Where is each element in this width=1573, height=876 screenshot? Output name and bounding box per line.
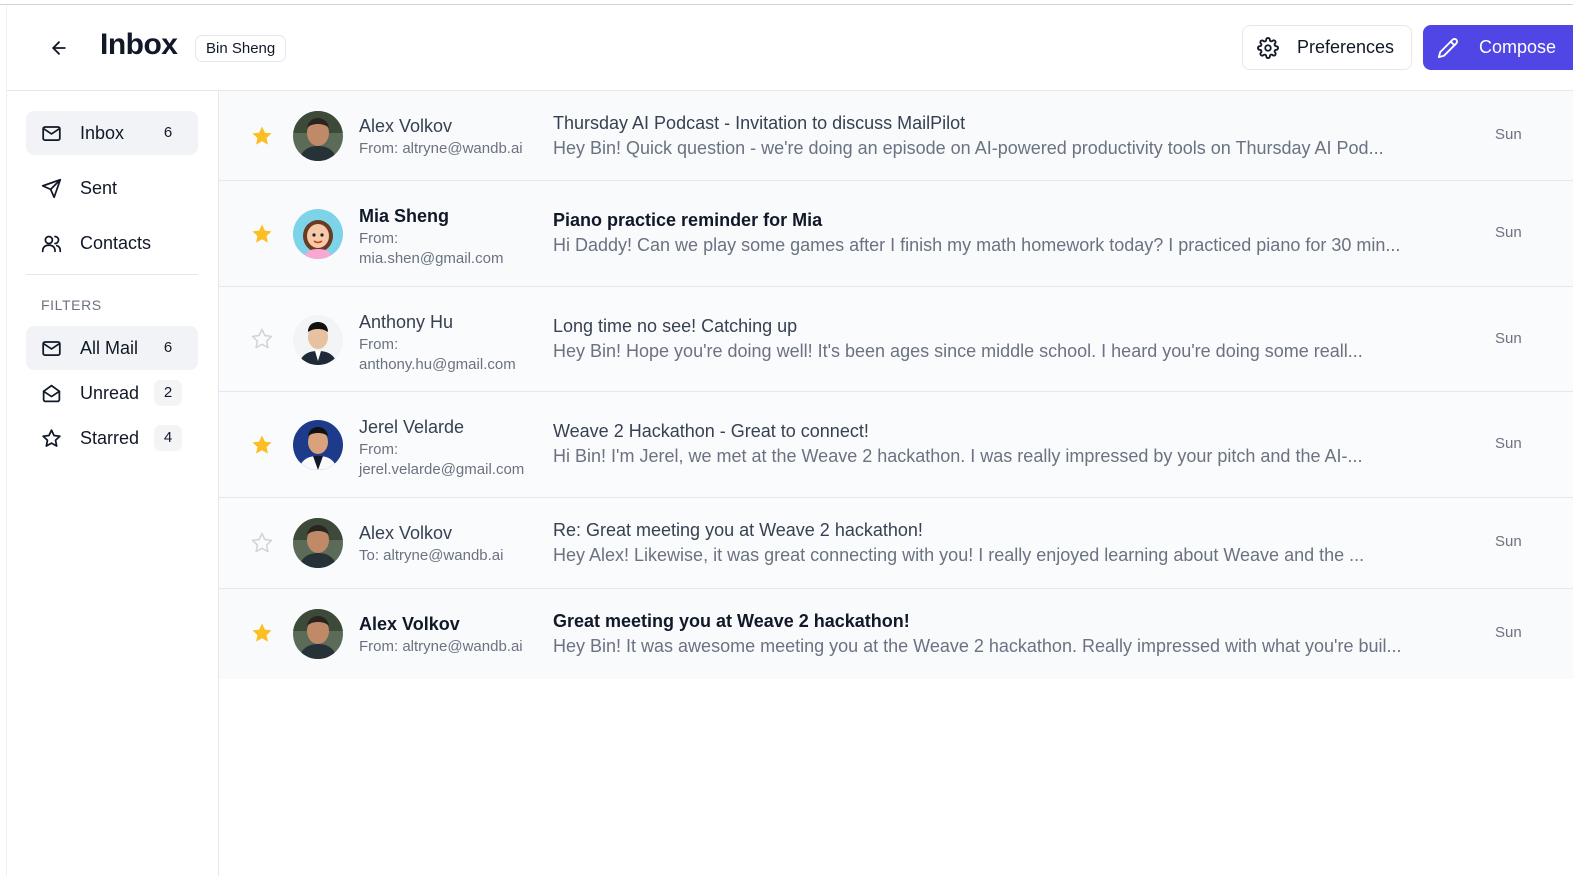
sender-name: Alex Volkov xyxy=(359,614,460,634)
avatar xyxy=(293,518,343,568)
star-filled-icon[interactable] xyxy=(248,431,276,459)
sidebar-item-label: Sent xyxy=(80,177,118,198)
arrow-left-icon xyxy=(52,41,66,55)
email-subject: Long time no see! Catching up xyxy=(553,316,798,336)
mail-icon xyxy=(40,122,62,144)
sender-name: Jerel Velarde xyxy=(359,417,465,437)
page-title: Inbox xyxy=(100,28,178,61)
email-subject: Great meeting you at Weave 2 hackathon! xyxy=(553,611,910,631)
email-row[interactable]: Alex Volkov To: altryne@wandb.ai Re: Gre… xyxy=(219,498,1573,589)
mail-open-icon xyxy=(40,382,62,404)
email-row[interactable]: Alex Volkov From: altryne@wandb.ai Thurs… xyxy=(219,91,1573,181)
sender-address: To: altryne@wandb.ai xyxy=(359,547,504,564)
email-row[interactable]: Jerel Velarde From: jerel.velarde@gmail.… xyxy=(219,392,1573,498)
star-outline-icon[interactable] xyxy=(248,325,276,353)
email-date: Sun xyxy=(1495,224,1522,241)
sender-address: From: altryne@wandb.ai xyxy=(359,140,523,157)
email-date: Sun xyxy=(1495,624,1522,641)
avatar xyxy=(293,209,343,259)
email-preview: Hey Bin! Hope you're doing well! It's be… xyxy=(553,341,1363,361)
mail-icon xyxy=(40,337,62,359)
window-left-edge xyxy=(0,5,7,876)
email-row[interactable]: Mia Sheng From: mia.shen@gmail.com Piano… xyxy=(219,181,1573,287)
sender-address: From: altryne@wandb.ai xyxy=(359,638,523,655)
email-date: Sun xyxy=(1495,126,1522,143)
sidebar-item-inbox[interactable]: Inbox 6 xyxy=(26,111,198,155)
sidebar-item-label: Contacts xyxy=(80,232,152,253)
unread-count-badge: 2 xyxy=(154,380,182,406)
sender-name: Mia Sheng xyxy=(359,206,450,226)
filter-all-mail[interactable]: All Mail 6 xyxy=(26,326,198,370)
app-header: Inbox Bin Sheng Preferences Compose xyxy=(7,6,1573,91)
email-row[interactable]: Alex Volkov From: altryne@wandb.ai Great… xyxy=(219,589,1573,679)
sender-name: Alex Volkov xyxy=(359,116,453,136)
filters-heading: FILTERS xyxy=(41,297,102,313)
email-subject: Thursday AI Podcast - Invitation to disc… xyxy=(553,113,966,133)
email-date: Sun xyxy=(1495,533,1522,550)
sender-address: From: xyxy=(359,230,399,247)
sidebar: Inbox 6 Sent Contacts FILTERS All Mail 6… xyxy=(7,91,219,876)
inbox-count-badge: 6 xyxy=(163,124,173,141)
sender-name: Anthony Hu xyxy=(359,312,454,332)
avatar xyxy=(293,420,343,470)
starred-count-badge: 4 xyxy=(154,425,182,451)
sender-address-line2: mia.shen@gmail.com xyxy=(359,250,504,267)
email-preview: Hey Bin! It was awesome meeting you at t… xyxy=(553,636,1402,656)
sender-address-line2: jerel.velarde@gmail.com xyxy=(359,461,525,478)
all-mail-count-badge: 6 xyxy=(163,339,173,356)
window-top-border xyxy=(0,0,1573,5)
email-preview: Hi Daddy! Can we play some games after I… xyxy=(553,235,1401,255)
filter-label: Starred xyxy=(80,427,140,448)
avatar xyxy=(293,315,343,365)
email-row[interactable]: Anthony Hu From: anthony.hu@gmail.com Lo… xyxy=(219,287,1573,392)
email-preview: Hi Bin! I'm Jerel, we met at the Weave 2… xyxy=(553,446,1363,466)
filter-label: Unread xyxy=(80,382,140,403)
filter-unread[interactable]: Unread 2 xyxy=(26,371,198,415)
avatar xyxy=(293,111,343,161)
sender-name: Alex Volkov xyxy=(359,523,453,543)
sidebar-item-label: Inbox xyxy=(80,122,125,143)
email-date: Sun xyxy=(1495,435,1522,452)
sender-address: From: xyxy=(359,336,399,353)
star-filled-icon[interactable] xyxy=(248,122,276,150)
sidebar-item-sent[interactable]: Sent xyxy=(26,166,198,210)
filter-label: All Mail xyxy=(80,337,139,358)
gear-icon xyxy=(1257,36,1279,59)
preferences-label: Preferences xyxy=(1297,37,1395,57)
back-button[interactable] xyxy=(45,36,73,60)
preferences-button[interactable]: Preferences xyxy=(1242,25,1412,70)
sidebar-divider xyxy=(26,274,198,275)
email-date: Sun xyxy=(1495,330,1522,347)
compose-button[interactable]: Compose xyxy=(1423,25,1573,70)
pencil-icon xyxy=(1437,37,1458,58)
sender-address: From: xyxy=(359,441,399,458)
star-filled-icon[interactable] xyxy=(248,619,276,647)
email-subject: Weave 2 Hackathon - Great to connect! xyxy=(553,421,869,441)
sender-address-line2: anthony.hu@gmail.com xyxy=(359,356,516,373)
star-icon xyxy=(40,427,62,449)
user-badge: Bin Sheng xyxy=(195,35,287,62)
filter-starred[interactable]: Starred 4 xyxy=(26,416,198,460)
star-outline-icon[interactable] xyxy=(248,529,276,557)
users-icon xyxy=(40,232,62,254)
sidebar-item-contacts[interactable]: Contacts xyxy=(26,221,198,265)
email-preview: Hey Bin! Quick question - we're doing an… xyxy=(553,138,1384,158)
avatar xyxy=(293,609,343,659)
star-filled-icon[interactable] xyxy=(248,220,276,248)
email-subject: Piano practice reminder for Mia xyxy=(553,210,823,230)
compose-label: Compose xyxy=(1479,37,1557,57)
email-preview: Hey Alex! Likewise, it was great connect… xyxy=(553,545,1365,565)
send-icon xyxy=(40,177,62,199)
email-subject: Re: Great meeting you at Weave 2 hackath… xyxy=(553,520,923,540)
